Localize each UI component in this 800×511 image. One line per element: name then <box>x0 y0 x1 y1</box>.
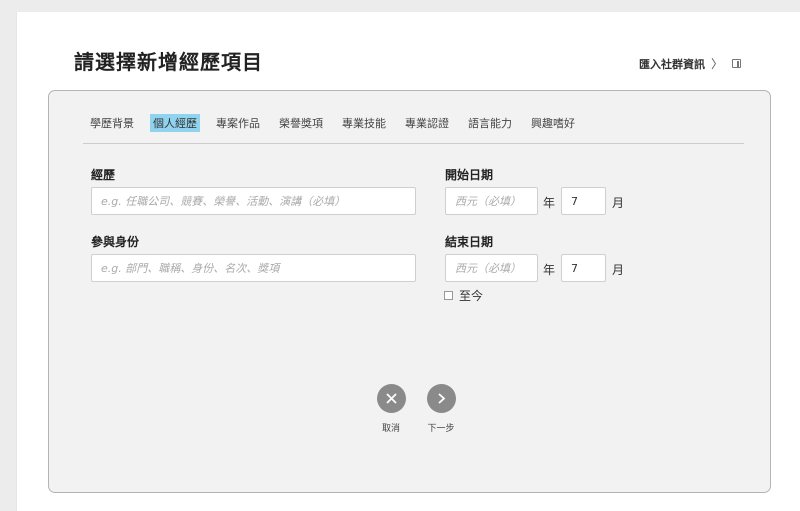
experience-label: 經歷 <box>91 168 116 182</box>
import-social-label: 匯入社群資訊 <box>639 57 705 71</box>
page: 請選擇新增經歷項目 匯入社群資訊 〉 學歷背景 個人經歷 專案作品 榮譽獎項 專… <box>16 12 800 511</box>
experience-panel: 學歷背景 個人經歷 專案作品 榮譽獎項 專業技能 專業認證 語言能力 興趣嗜好 … <box>48 90 771 493</box>
until-now-checkbox[interactable] <box>444 291 453 300</box>
tab-education[interactable]: 學歷背景 <box>87 114 137 132</box>
cancel-label: 取消 <box>381 424 400 434</box>
chevron-right-icon <box>437 393 445 404</box>
close-icon <box>385 393 397 404</box>
until-now-label: 至今 <box>459 289 484 303</box>
cancel-action: 取消 <box>371 384 411 434</box>
tab-projects[interactable]: 專案作品 <box>213 114 263 132</box>
role-input[interactable] <box>91 254 416 282</box>
category-tabs: 學歷背景 個人經歷 專案作品 榮譽獎項 專業技能 專業認證 語言能力 興趣嗜好 <box>87 114 591 132</box>
import-social-link[interactable]: 匯入社群資訊 〉 <box>639 55 742 72</box>
tab-certifications[interactable]: 專業認證 <box>402 114 452 132</box>
start-month-unit: 月 <box>612 196 625 210</box>
tabs-divider <box>83 143 744 144</box>
end-year-input[interactable] <box>445 254 538 282</box>
end-month-input[interactable] <box>561 254 606 282</box>
end-month-unit: 月 <box>612 263 625 277</box>
start-year-input[interactable] <box>445 187 538 215</box>
experience-input[interactable] <box>91 187 416 215</box>
facebook-icon[interactable] <box>732 59 742 68</box>
tab-hobbies[interactable]: 興趣嗜好 <box>528 114 578 132</box>
until-now-row: 至今 <box>444 287 483 304</box>
chevron-right-icon: 〉 <box>711 57 724 71</box>
next-action: 下一步 <box>421 384 461 434</box>
start-month-input[interactable] <box>561 187 606 215</box>
end-year-unit: 年 <box>543 263 556 277</box>
tab-personal-experience[interactable]: 個人經歷 <box>150 114 200 132</box>
next-button[interactable] <box>426 384 456 413</box>
role-label: 參與身份 <box>91 235 140 249</box>
tab-skills[interactable]: 專業技能 <box>339 114 389 132</box>
page-title: 請選擇新增經歷項目 <box>74 50 263 74</box>
cancel-button[interactable] <box>376 384 406 413</box>
next-label: 下一步 <box>427 424 455 434</box>
start-date-label: 開始日期 <box>445 168 494 182</box>
end-date-label: 結束日期 <box>445 235 494 249</box>
tab-honors[interactable]: 榮譽獎項 <box>276 114 326 132</box>
start-year-unit: 年 <box>543 196 556 210</box>
tab-languages[interactable]: 語言能力 <box>465 114 515 132</box>
